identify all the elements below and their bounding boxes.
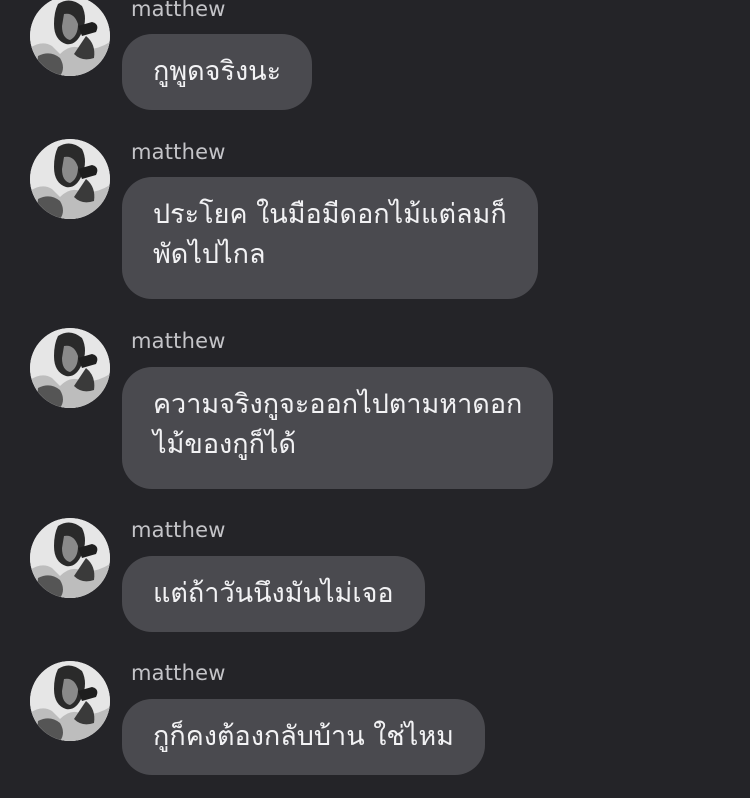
sender-name: matthew — [131, 329, 226, 353]
sender-name: matthew — [131, 661, 226, 685]
avatar-photo-icon — [30, 139, 110, 219]
message-bubble[interactable]: ความจริงกูจะออกไปตามหาดอก ไม้ของกูก็ได้ — [122, 367, 554, 489]
avatar[interactable] — [30, 661, 110, 741]
message-bubble[interactable]: กูพูดจริงนะ — [122, 34, 313, 110]
avatar-photo-icon — [30, 0, 110, 76]
avatar[interactable] — [30, 139, 110, 219]
message-thread: matthew กูพูดจริงนะ matthew ประโยค ในมือ… — [0, 0, 750, 798]
sender-name: matthew — [131, 518, 226, 542]
avatar[interactable] — [30, 518, 110, 598]
avatar-photo-icon — [30, 518, 110, 598]
sender-name: matthew — [131, 140, 226, 164]
avatar[interactable] — [30, 0, 110, 76]
avatar-photo-icon — [30, 661, 110, 741]
avatar-photo-icon — [30, 328, 110, 408]
sender-name: matthew — [131, 0, 226, 21]
message-bubble[interactable]: แต่ถ้าวันนึงมันไม่เจอ — [122, 556, 425, 632]
avatar[interactable] — [30, 328, 110, 408]
message-bubble[interactable]: กูก็คงต้องกลับบ้าน ใช่ไหม — [122, 699, 485, 775]
message-bubble[interactable]: ประโยค ในมือมีดอกไม้แต่ลมก็ พัดไปไกล — [122, 177, 538, 299]
